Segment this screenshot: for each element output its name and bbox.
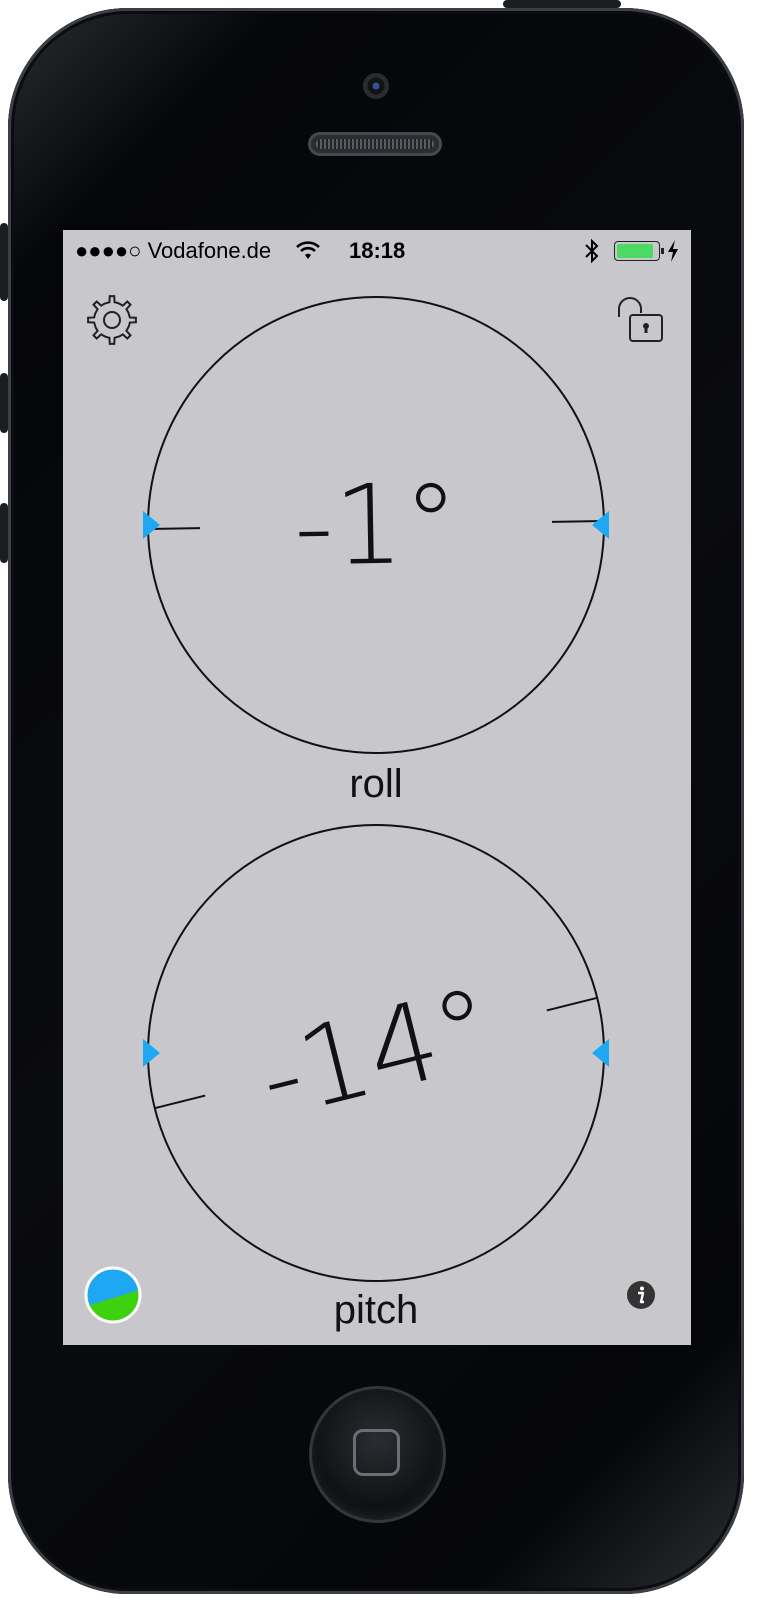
volume-up-button [0, 373, 8, 433]
earpiece-speaker [308, 132, 442, 156]
status-time: 18:18 [349, 238, 406, 263]
roll-value: -1° [292, 459, 460, 591]
front-camera [363, 73, 389, 99]
carrier-text: ●●●●○ Vodafone.de [75, 238, 272, 263]
settings-gear-icon[interactable] [85, 293, 139, 347]
pitch-label: pitch [333, 1288, 419, 1332]
roll-label: roll [349, 762, 403, 806]
home-button[interactable] [309, 1386, 446, 1523]
volume-down-button [0, 503, 8, 563]
roll-value-wrapper: -1° [143, 292, 609, 758]
bluetooth-icon [585, 238, 599, 264]
pitch-value-wrapper: -14° [143, 820, 609, 1286]
home-square-icon [353, 1429, 400, 1476]
pitch-gauge: -14° [143, 820, 609, 1286]
app-screen: ●●●●○ Vodafone.de 18:18 -1° roll -14° pi… [63, 230, 691, 1345]
roll-gauge: -1° [143, 292, 609, 758]
calibration-ball-icon[interactable] [83, 1265, 143, 1325]
pitch-value: -14° [246, 962, 506, 1144]
power-button [503, 0, 621, 8]
info-icon[interactable] [626, 1280, 656, 1310]
charging-bolt-icon [668, 240, 678, 262]
battery-icon [614, 241, 664, 261]
unlocked-padlock-icon[interactable] [613, 295, 669, 347]
mute-switch [0, 223, 8, 301]
wifi-icon [296, 241, 320, 259]
status-bar: ●●●●○ Vodafone.de 18:18 [63, 230, 691, 274]
